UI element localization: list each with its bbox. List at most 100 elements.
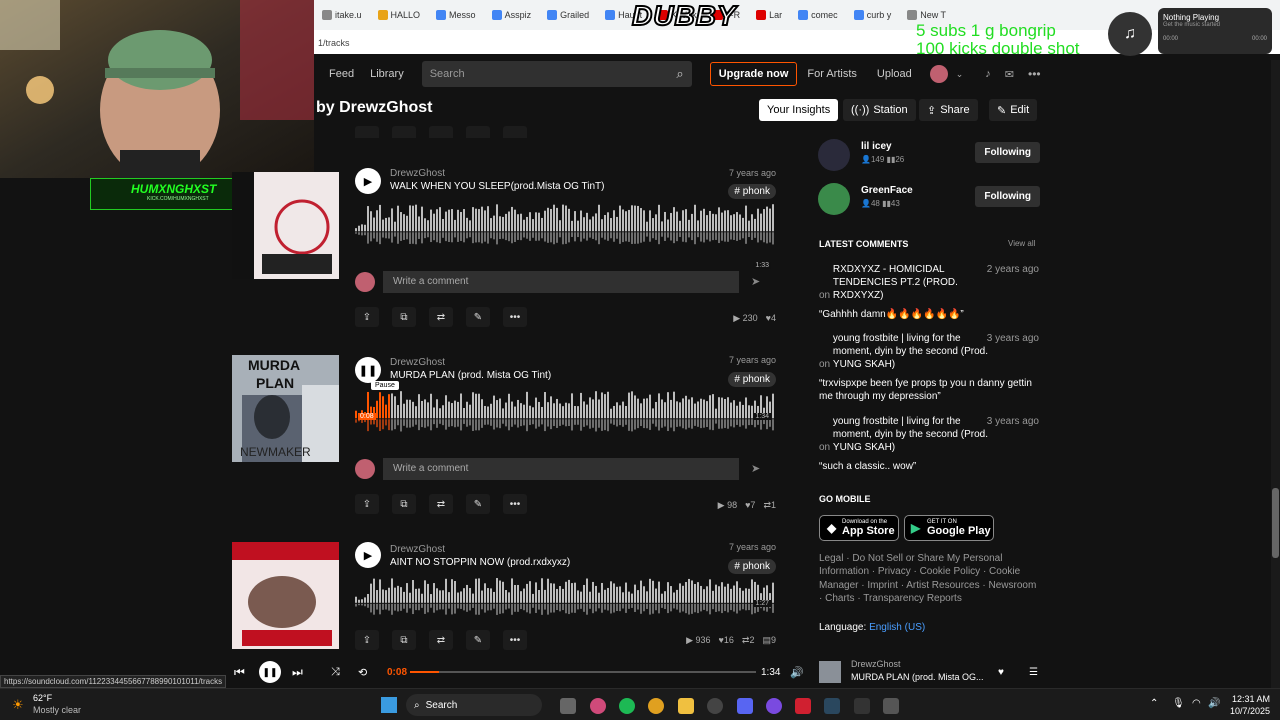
comment-input[interactable]: Write a comment: [383, 271, 739, 293]
share-icon[interactable]: ⇪: [355, 630, 379, 650]
station-button[interactable]: ((·)) Station: [843, 99, 916, 121]
more-icon[interactable]: [503, 126, 527, 138]
browser-tab[interactable]: Asspiz: [484, 0, 540, 30]
pencil-icon[interactable]: ✎: [466, 307, 490, 327]
track-tag[interactable]: # phonk: [728, 184, 776, 199]
avatar[interactable]: [818, 183, 850, 215]
track-tag[interactable]: # phonk: [728, 559, 776, 574]
track-artwork[interactable]: [232, 542, 339, 649]
pause-button[interactable]: ❚❚: [355, 357, 381, 383]
chevron-up-icon[interactable]: ⌃: [1150, 698, 1158, 709]
app-icon[interactable]: [883, 698, 899, 714]
view-all-link[interactable]: View all: [1008, 239, 1035, 248]
wifi-icon[interactable]: ◠: [1192, 698, 1201, 709]
nav-library[interactable]: Library: [370, 68, 404, 80]
track-uploader[interactable]: DrewzGhost: [390, 357, 445, 368]
volume-icon[interactable]: 🔊: [790, 666, 804, 679]
language-value[interactable]: English (US): [869, 622, 925, 633]
more-icon[interactable]: •••: [503, 307, 527, 327]
comment-track[interactable]: young frostbite | living for the moment,…: [833, 415, 993, 454]
more-icon[interactable]: •••: [503, 630, 527, 650]
progress-bar[interactable]: [410, 671, 756, 673]
app-icon[interactable]: [707, 698, 723, 714]
track-title[interactable]: MURDA PLAN (prod. Mista OG Tint): [390, 370, 551, 381]
nav-for-artists[interactable]: For Artists: [807, 68, 857, 80]
more-icon[interactable]: •••: [1028, 67, 1041, 81]
previous-icon[interactable]: ⏮: [234, 665, 245, 680]
copy-icon[interactable]: ⧉: [392, 630, 416, 650]
following-name[interactable]: lil icey: [861, 141, 892, 152]
repost-icon[interactable]: ⇄: [429, 307, 453, 327]
shuffle-icon[interactable]: ⤨: [331, 666, 340, 679]
obs-icon[interactable]: [766, 698, 782, 714]
track-uploader[interactable]: DrewzGhost: [390, 168, 445, 179]
chevron-down-icon[interactable]: ⌄: [956, 69, 964, 80]
nav-upload[interactable]: Upload: [877, 68, 912, 80]
repost-icon[interactable]: ⇄: [429, 630, 453, 650]
scrollbar-thumb[interactable]: [1272, 488, 1279, 558]
pause-button[interactable]: ❚❚: [259, 661, 281, 683]
pencil-icon[interactable]: ✎: [466, 494, 490, 514]
send-icon[interactable]: ➤: [751, 275, 760, 288]
file-explorer-icon[interactable]: [560, 698, 576, 714]
comment-track[interactable]: young frostbite | living for the moment,…: [833, 332, 993, 371]
comment-input[interactable]: Write a comment: [383, 458, 739, 480]
copy-icon[interactable]: [392, 126, 416, 138]
next-icon[interactable]: ⏭: [292, 665, 303, 680]
search-icon[interactable]: ⌕: [676, 66, 683, 82]
share-button[interactable]: ⇪ Share: [919, 99, 978, 121]
repeat-icon[interactable]: ⟲: [358, 666, 367, 679]
browser-tab[interactable]: Messo: [428, 0, 484, 30]
discord-icon[interactable]: [737, 698, 753, 714]
app-store-badge[interactable]: ◆ Download on the App Store: [819, 515, 899, 541]
mail-icon[interactable]: ✉: [1005, 68, 1014, 81]
copy-icon[interactable]: ⧉: [392, 307, 416, 327]
track-artwork[interactable]: MURDA PLAN NEWMAKER: [232, 355, 339, 462]
app-icon[interactable]: [854, 698, 870, 714]
spotify-icon[interactable]: [619, 698, 635, 714]
share-icon[interactable]: ⇪: [355, 494, 379, 514]
browser-tab[interactable]: curb y: [846, 0, 900, 30]
more-icon[interactable]: •••: [503, 494, 527, 514]
now-playing-artwork[interactable]: [819, 661, 841, 683]
copy-icon[interactable]: ⧉: [392, 494, 416, 514]
waveform[interactable]: 1:33: [355, 204, 775, 269]
waveform[interactable]: 0:08 1:34: [355, 391, 775, 435]
following-button[interactable]: Following: [975, 186, 1040, 207]
track-title[interactable]: AINT NO STOPPIN NOW (prod.rxdxyxz): [390, 557, 570, 568]
browser-tab[interactable]: comec: [790, 0, 846, 30]
taskbar-time[interactable]: 12:31 AM: [1232, 694, 1270, 704]
google-play-badge[interactable]: ▶ GET IT ON Google Play: [904, 515, 994, 541]
taskbar-date[interactable]: 10/7/2025: [1230, 706, 1270, 716]
queue-icon[interactable]: ☰: [1029, 667, 1038, 678]
chrome-icon[interactable]: [648, 698, 664, 714]
track-tag[interactable]: # phonk: [728, 372, 776, 387]
mic-icon[interactable]: 🎙: [1172, 698, 1185, 709]
bell-icon[interactable]: ♪: [985, 68, 991, 80]
now-playing-track[interactable]: MURDA PLAN (prod. Mista OG...: [851, 672, 984, 682]
steam-icon[interactable]: [824, 698, 840, 714]
now-playing-artist[interactable]: DrewzGhost: [851, 659, 901, 669]
following-name[interactable]: GreenFace: [861, 185, 913, 196]
track-uploader[interactable]: DrewzGhost: [390, 544, 445, 555]
share-icon[interactable]: ⇪: [355, 307, 379, 327]
volume-icon[interactable]: 🔊: [1208, 698, 1220, 709]
pencil-icon[interactable]: [466, 126, 490, 138]
user-avatar[interactable]: [929, 65, 948, 83]
folder-icon[interactable]: [678, 698, 694, 714]
heart-icon[interactable]: ♥: [998, 667, 1004, 678]
play-button[interactable]: ▶: [355, 542, 381, 568]
play-button[interactable]: ▶: [355, 168, 381, 194]
scrollbar[interactable]: [1271, 60, 1280, 688]
edit-button[interactable]: ✎ Edit: [989, 99, 1038, 121]
avatar[interactable]: [818, 139, 850, 171]
legal-links[interactable]: Legal · Do Not Sell or Share My Personal…: [819, 552, 1041, 606]
windows-start-icon[interactable]: [381, 697, 397, 713]
nav-feed[interactable]: Feed: [329, 68, 354, 80]
pencil-icon[interactable]: ✎: [466, 630, 490, 650]
send-icon[interactable]: ➤: [751, 462, 760, 475]
browser-tab[interactable]: Grailed: [539, 0, 597, 30]
search-input[interactable]: Search ⌕: [421, 61, 692, 87]
browser-tab[interactable]: itake.u: [314, 0, 370, 30]
taskbar-search[interactable]: ⌕ Search: [406, 694, 542, 716]
